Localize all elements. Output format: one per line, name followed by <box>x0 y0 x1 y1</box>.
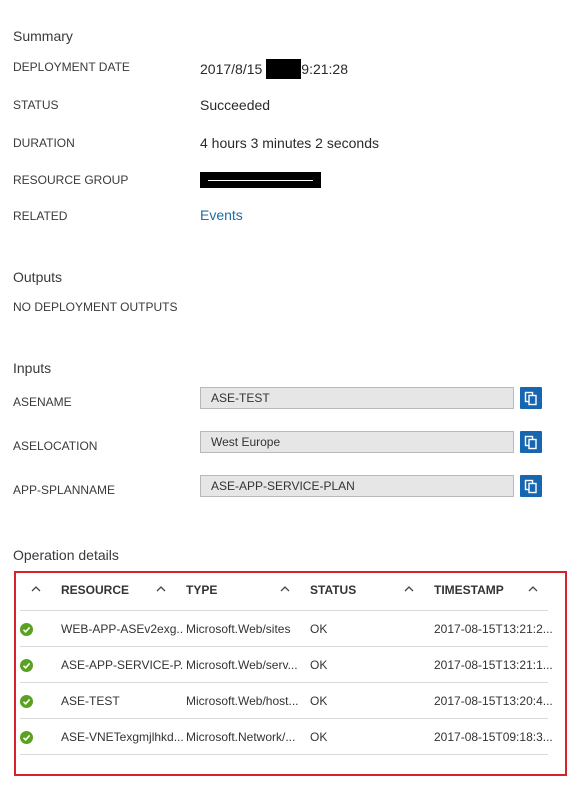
row-timestamp: 2017-08-15T13:21:2... <box>434 622 552 636</box>
redacted-block <box>266 59 302 79</box>
row-status: OK <box>310 622 328 636</box>
deployment-date-value: 2017/8/15 9:21:28 <box>200 59 348 79</box>
related-label: RELATED <box>13 209 68 223</box>
aselocation-field[interactable]: West Europe <box>200 431 514 453</box>
row-type: Microsoft.Web/host... <box>186 694 299 708</box>
input-label-asename: ASENAME <box>13 395 72 409</box>
success-check-icon <box>20 623 33 636</box>
row-status: OK <box>310 730 328 744</box>
success-check-icon <box>20 731 33 744</box>
operation-details-title: Operation details <box>13 547 119 563</box>
duration-value: 4 hours 3 minutes 2 seconds <box>200 135 379 151</box>
deployment-date-suffix: 9:21:28 <box>301 61 349 77</box>
status-value: Succeeded <box>200 97 271 113</box>
row-resource[interactable]: ASE-VNETexgmjlhkd... <box>61 730 183 744</box>
row-divider <box>20 646 548 647</box>
row-timestamp: 2017-08-15T13:21:1... <box>434 658 552 672</box>
sort-timestamp-chevron-icon[interactable] <box>527 583 539 595</box>
copy-icon <box>524 435 537 449</box>
sort-chevron-icon[interactable] <box>30 583 42 595</box>
events-link[interactable]: Events <box>200 207 243 223</box>
row-divider <box>20 718 548 719</box>
duration-label: DURATION <box>13 136 75 150</box>
success-check-icon <box>20 659 33 672</box>
row-status: OK <box>310 694 328 708</box>
deployment-date-prefix: 2017/8/15 <box>200 61 263 77</box>
row-divider <box>20 754 548 755</box>
operation-details-grid <box>14 571 567 776</box>
resource-group-label: RESOURCE GROUP <box>13 173 129 187</box>
row-type: Microsoft.Network/... <box>186 730 296 744</box>
inputs-title: Inputs <box>13 360 52 376</box>
copy-asename-button[interactable] <box>520 387 542 409</box>
row-resource[interactable]: ASE-TEST <box>61 694 183 708</box>
column-header-timestamp[interactable]: TIMESTAMP <box>434 583 504 597</box>
input-label-aselocation: ASELOCATION <box>13 439 98 453</box>
row-status: OK <box>310 658 328 672</box>
row-resource[interactable]: ASE-APP-SERVICE-P... <box>61 658 183 672</box>
row-divider <box>20 682 548 683</box>
status-label: STATUS <box>13 98 59 112</box>
sort-status-chevron-icon[interactable] <box>403 583 415 595</box>
column-header-status[interactable]: STATUS <box>310 583 356 597</box>
copy-icon <box>524 479 537 493</box>
sort-resource-chevron-icon[interactable] <box>155 583 167 595</box>
input-label-appsplanname: APP-SPLANNAME <box>13 483 116 497</box>
asename-field[interactable]: ASE-TEST <box>200 387 514 409</box>
outputs-title: Outputs <box>13 269 63 285</box>
row-type: Microsoft.Web/sites <box>186 622 291 636</box>
row-type: Microsoft.Web/serv... <box>186 658 298 672</box>
copy-icon <box>524 391 537 405</box>
sort-type-chevron-icon[interactable] <box>279 583 291 595</box>
row-resource[interactable]: WEB-APP-ASEv2exg... <box>61 622 183 636</box>
column-header-type[interactable]: TYPE <box>186 583 217 597</box>
row-timestamp: 2017-08-15T13:20:4... <box>434 694 552 708</box>
no-outputs-text: NO DEPLOYMENT OUTPUTS <box>13 300 178 314</box>
column-header-resource[interactable]: RESOURCE <box>61 583 129 597</box>
deployment-date-label: DEPLOYMENT DATE <box>13 60 130 74</box>
summary-title: Summary <box>13 28 73 44</box>
header-divider <box>20 610 548 611</box>
row-timestamp: 2017-08-15T09:18:3... <box>434 730 552 744</box>
redacted-resource-group <box>200 172 321 188</box>
copy-appsplanname-button[interactable] <box>520 475 542 497</box>
success-check-icon <box>20 695 33 708</box>
appsplanname-field[interactable]: ASE-APP-SERVICE-PLAN <box>200 475 514 497</box>
copy-aselocation-button[interactable] <box>520 431 542 453</box>
